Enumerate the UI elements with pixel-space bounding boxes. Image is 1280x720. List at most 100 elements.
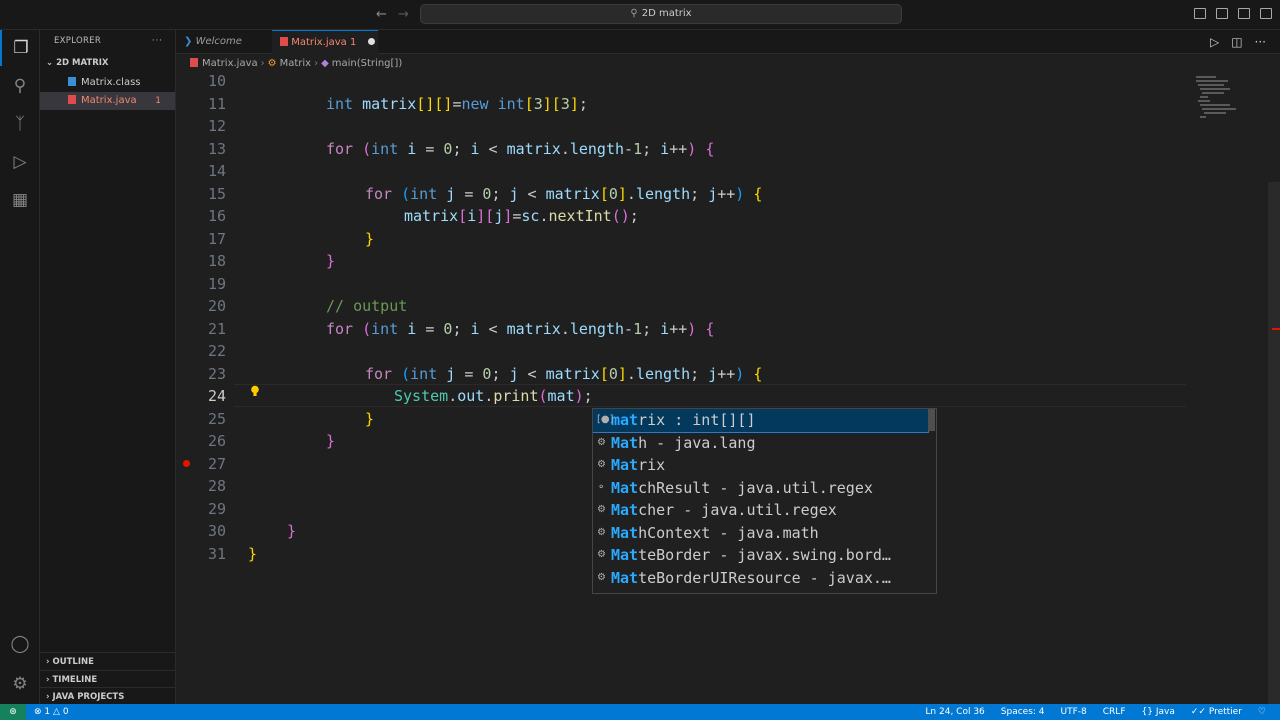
breadcrumb-file[interactable]: Matrix.java xyxy=(202,58,258,69)
method-icon: ◆ xyxy=(321,58,329,69)
folder-2d-matrix[interactable]: ⌄ 2D MATRIX xyxy=(40,52,175,74)
line-number: 22 xyxy=(207,342,226,360)
double-check-icon: ✓✓ xyxy=(1190,707,1206,717)
toggle-secondary-sidebar-icon[interactable] xyxy=(1238,8,1250,19)
gear-icon[interactable]: ⚙ xyxy=(0,666,40,702)
suggestion-item[interactable]: ⚙ Math - java.lang xyxy=(593,432,928,455)
more-actions-icon[interactable]: ··· xyxy=(152,30,163,52)
window-title: 2D matrix xyxy=(641,8,692,19)
code-editor[interactable]: 10 11 12 13 14 15 16 17 18 19 20 21 22 2… xyxy=(176,72,1280,704)
prettier-status[interactable]: ✓✓ Prettier xyxy=(1191,704,1242,720)
code-line-13: for (int i = 0; i < matrix.length-1; i++… xyxy=(326,139,715,158)
line-number: 12 xyxy=(207,117,226,135)
line-number: 16 xyxy=(207,207,226,225)
suggestion-scrollbar[interactable] xyxy=(928,409,935,431)
braces-icon: {} xyxy=(1141,707,1153,717)
line-number: 10 xyxy=(207,72,226,90)
code-line-16: matrix[i][j]=sc.nextInt(); xyxy=(404,207,639,225)
toggle-sidebar-icon[interactable] xyxy=(1194,8,1206,19)
forward-arrow-icon[interactable]: → xyxy=(398,7,409,22)
run-debug-icon[interactable]: ▷ xyxy=(0,144,40,180)
class-icon: ⚙ xyxy=(267,58,277,69)
error-dot-icon[interactable] xyxy=(183,460,190,467)
notifications-bell-icon[interactable]: ♡ xyxy=(1258,704,1266,720)
code-line-21: for (int i = 0; i < matrix.length-1; i++… xyxy=(326,319,715,338)
run-icon[interactable]: ▷ xyxy=(1210,35,1219,49)
file-matrix-class[interactable]: Matrix.class xyxy=(40,74,175,92)
back-arrow-icon[interactable]: ← xyxy=(376,7,387,22)
vertical-scrollbar[interactable] xyxy=(1268,182,1280,704)
code-line-31: } xyxy=(248,544,258,563)
code-line-11: int matrix[][]=new int[3][3]; xyxy=(326,94,588,113)
more-actions-icon[interactable]: ··· xyxy=(1255,35,1266,49)
java-file-icon xyxy=(68,95,76,104)
file-matrix-java[interactable]: Matrix.java 1 xyxy=(40,92,175,110)
line-number-current: 24 xyxy=(207,387,226,405)
split-editor-icon[interactable]: ◫ xyxy=(1231,35,1242,49)
field-icon: [●] xyxy=(597,414,614,425)
suggestion-item[interactable]: ⚙ MatteBorderUIResource - javax.… xyxy=(593,567,928,590)
class-icon: ⚙ xyxy=(597,504,606,515)
source-control-icon[interactable]: ᛉ xyxy=(0,106,40,142)
account-icon[interactable]: ◯ xyxy=(0,626,40,662)
code-line-25: } xyxy=(365,409,375,428)
unsaved-dot-icon[interactable] xyxy=(367,38,375,45)
line-number: 13 xyxy=(207,139,226,158)
suggestion-item-selected[interactable]: [●] matrix : int[][] xyxy=(593,409,929,433)
breadcrumb-class[interactable]: Matrix xyxy=(280,58,311,69)
class-file-icon xyxy=(68,77,76,86)
chevron-right-icon: › xyxy=(46,692,50,702)
status-right: Ln 24, Col 36 Spaces: 4 UTF-8 CRLF {} Ja… xyxy=(925,704,1266,720)
section-label: OUTLINE xyxy=(52,657,94,667)
line-number: 23 xyxy=(207,364,226,383)
line-number: 30 xyxy=(207,522,226,540)
lightbulb-icon[interactable] xyxy=(250,385,260,397)
warning-count: 0 xyxy=(62,707,69,717)
editor-actions: ▷ ◫ ··· xyxy=(1210,35,1266,49)
java-file-icon xyxy=(280,37,288,46)
language-mode[interactable]: {} Java xyxy=(1142,704,1175,720)
tab-matrix-java[interactable]: Matrix.java 1 xyxy=(272,30,378,54)
line-number: 17 xyxy=(207,229,226,248)
problems-indicator[interactable]: ⊗ 1 △ 0 xyxy=(34,704,69,720)
chevron-down-icon: ⌄ xyxy=(46,58,54,68)
customize-layout-icon[interactable] xyxy=(1260,8,1272,19)
indentation[interactable]: Spaces: 4 xyxy=(1001,704,1045,720)
line-number: 20 xyxy=(207,297,226,315)
toggle-panel-icon[interactable] xyxy=(1216,8,1228,19)
class-icon: ⚙ xyxy=(597,436,606,448)
activity-bar: ❐ ⚲ ᛉ ▷ ▦ ◯ ⚙ xyxy=(0,30,40,704)
editor-tabs: ❯ Welcome Matrix.java 1 ▷ ◫ ··· xyxy=(176,30,1280,54)
code-line-20: // output xyxy=(326,297,408,315)
file-label: Matrix.class xyxy=(81,77,141,88)
suggestion-item[interactable]: ⚬ MatchResult - java.util.regex xyxy=(593,477,928,500)
explorer-icon[interactable]: ❐ xyxy=(0,30,40,66)
chevron-right-icon: › xyxy=(46,657,50,667)
timeline-section[interactable]: › TIMELINE xyxy=(40,670,176,688)
line-number: 19 xyxy=(207,274,226,293)
suggestion-item[interactable]: ⚙ MatteBorder - javax.swing.bord… xyxy=(593,544,928,567)
line-number-gutter: 10 11 12 13 14 15 16 17 18 19 20 21 22 2… xyxy=(176,72,234,704)
code-line-30: } xyxy=(287,522,297,540)
remote-indicator-icon[interactable]: ⊛ xyxy=(0,704,26,720)
line-ending[interactable]: CRLF xyxy=(1103,704,1126,720)
command-center-search[interactable]: ⚲ 2D matrix xyxy=(420,4,902,24)
autocomplete-suggestions[interactable]: [●] matrix : int[][] ⚙ Math - java.lang ⚙ M… xyxy=(592,408,937,594)
encoding[interactable]: UTF-8 xyxy=(1061,704,1087,720)
java-projects-section[interactable]: › JAVA PROJECTS xyxy=(40,687,176,705)
problem-count-badge: 1 xyxy=(155,96,161,106)
suggestion-item[interactable]: ⚙ Matcher - java.util.regex xyxy=(593,499,928,522)
current-line-highlight xyxy=(234,384,1186,407)
minimap[interactable] xyxy=(1190,74,1260,134)
class-icon: ⚙ xyxy=(597,526,606,538)
cursor-position[interactable]: Ln 24, Col 36 xyxy=(925,704,984,720)
breadcrumb-method[interactable]: main(String[]) xyxy=(332,58,402,69)
error-scroll-marker xyxy=(1272,328,1280,330)
outline-section[interactable]: › OUTLINE xyxy=(40,652,176,670)
tab-welcome[interactable]: ❯ Welcome xyxy=(176,30,272,54)
search-icon[interactable]: ⚲ xyxy=(0,68,40,104)
extensions-icon[interactable]: ▦ xyxy=(0,182,40,218)
suggestion-item[interactable]: ⚙ MathContext - java.math xyxy=(593,522,928,545)
suggestion-item[interactable]: ⚙ Matrix xyxy=(593,454,928,477)
class-icon: ⚙ xyxy=(597,571,606,583)
